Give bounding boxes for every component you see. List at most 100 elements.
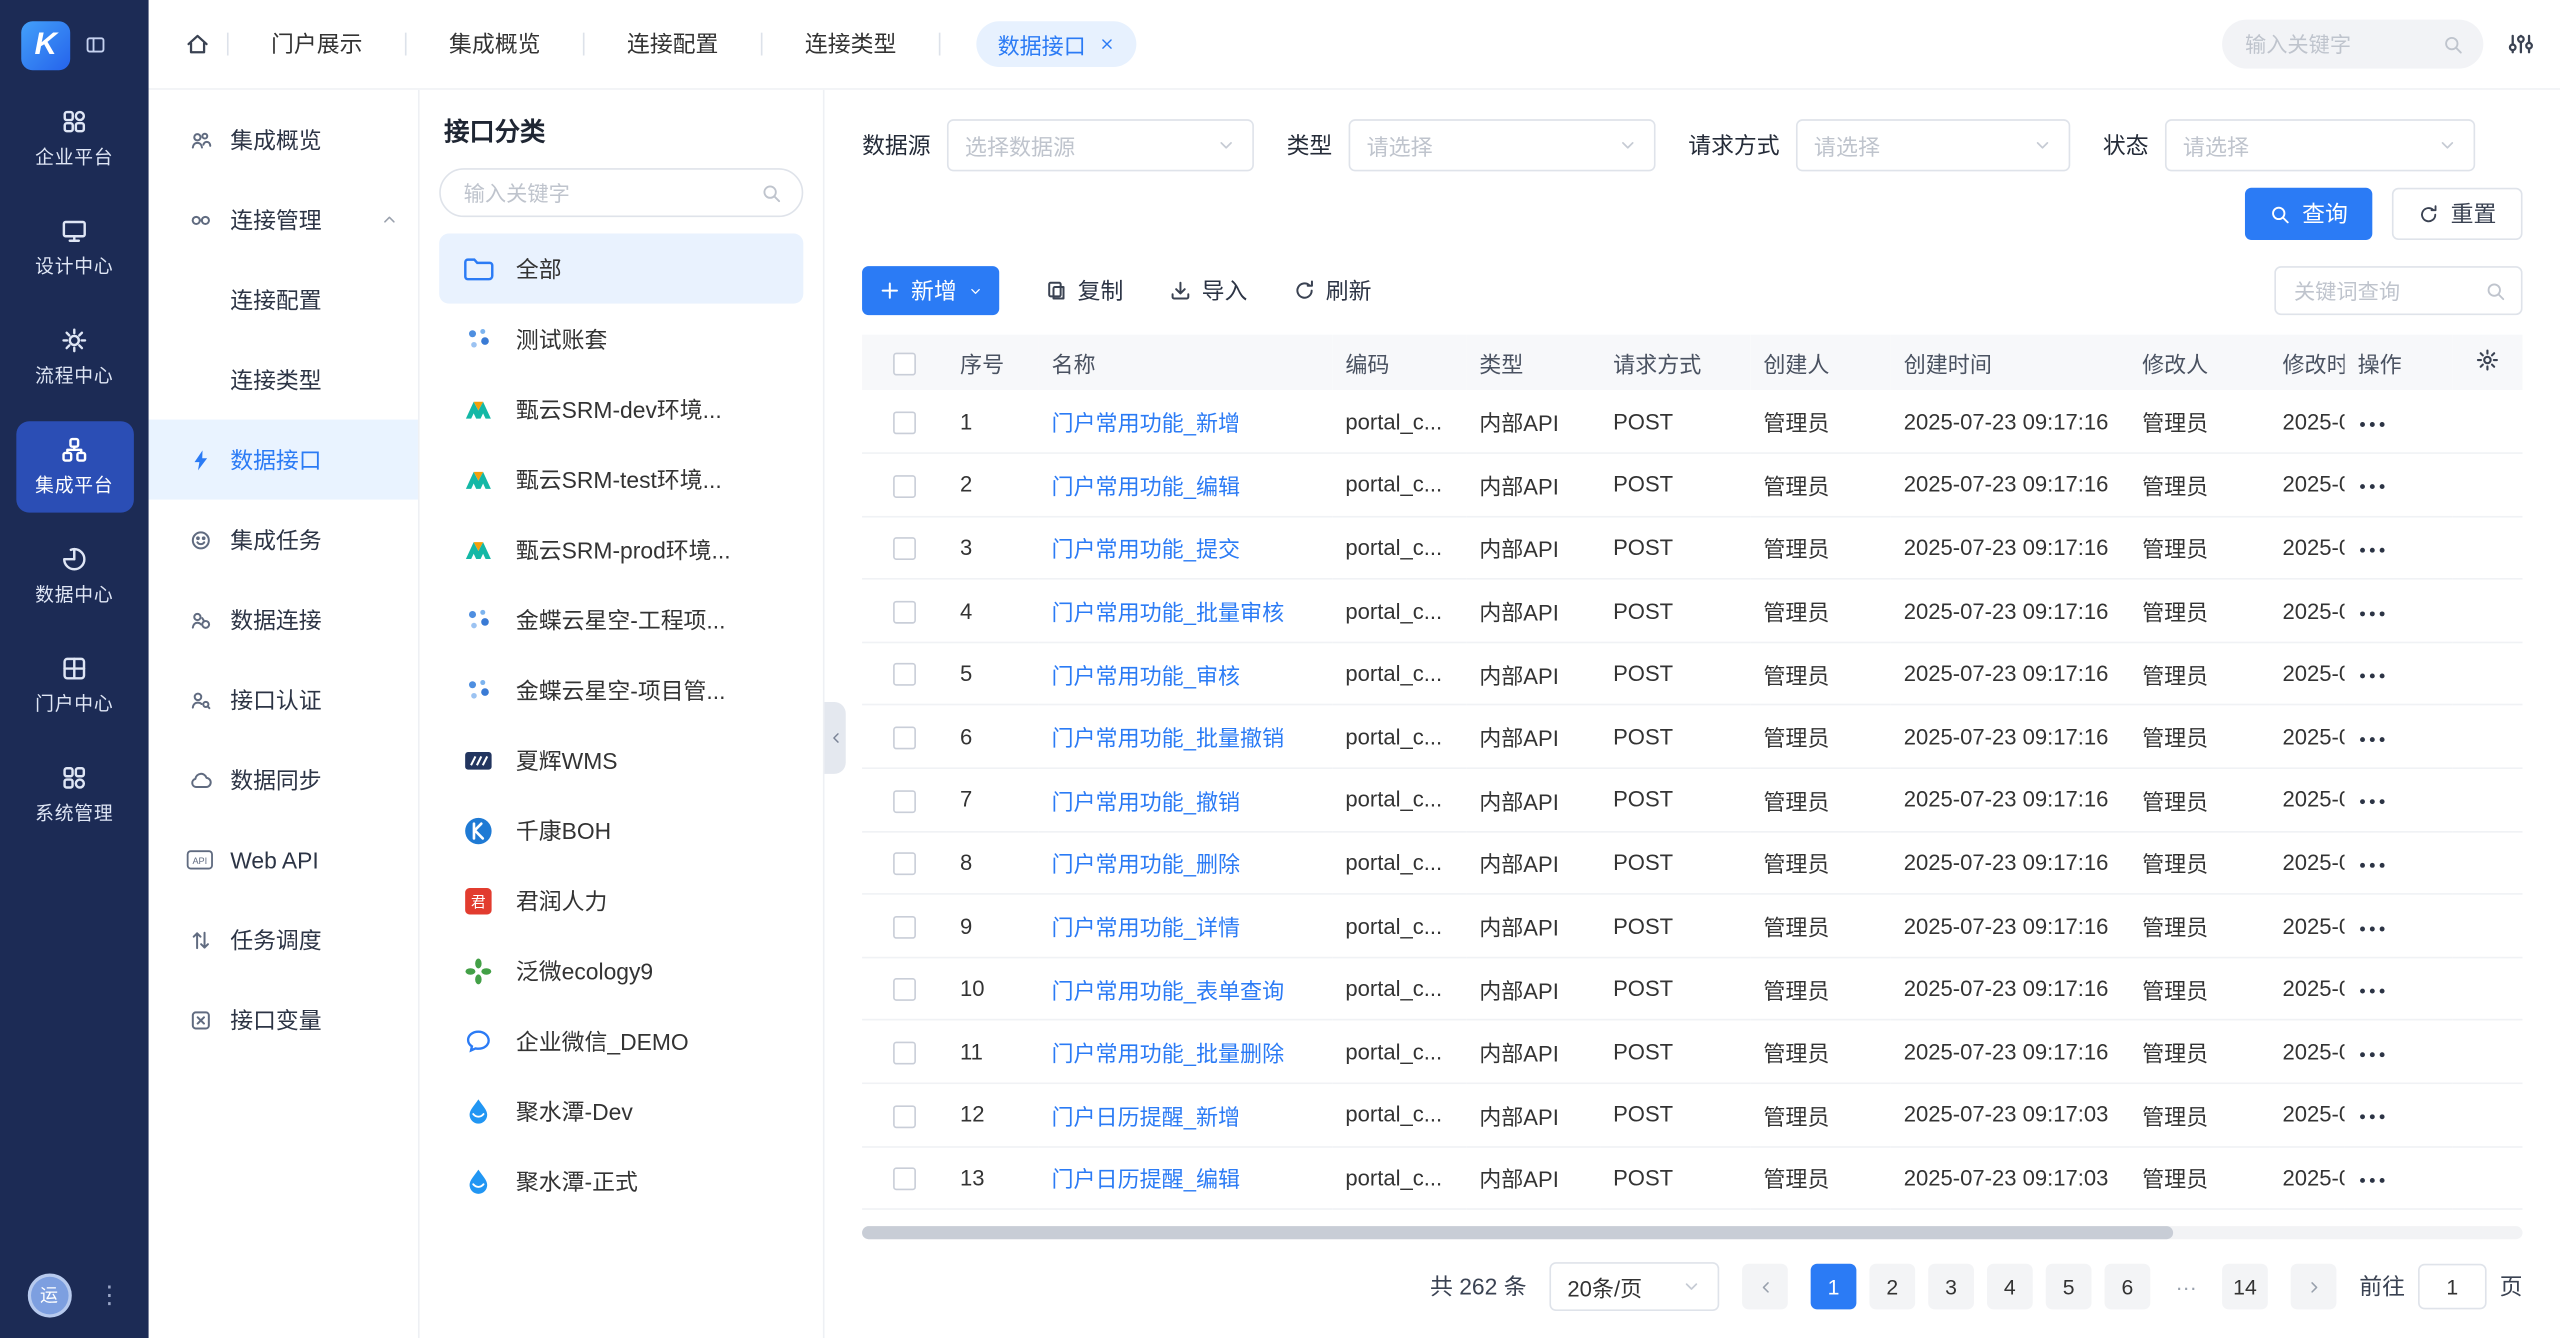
category-item[interactable]: 企业微信_DEMO <box>439 1006 803 1076</box>
category-item[interactable]: 聚水潭-Dev <box>439 1076 803 1146</box>
row-checkbox[interactable] <box>893 1168 916 1191</box>
module-menu-item[interactable]: 连接类型 <box>149 340 418 420</box>
module-menu-item[interactable]: 任务调度 <box>149 900 418 980</box>
row-checkbox[interactable] <box>893 727 916 750</box>
category-item[interactable]: 全部 <box>439 233 803 303</box>
nav-tab[interactable]: 门户展示 <box>229 28 405 61</box>
prev-page-button[interactable] <box>1742 1264 1788 1310</box>
panel-toggle-icon[interactable] <box>85 34 106 55</box>
status-select[interactable]: 请选择 <box>2165 119 2475 171</box>
module-menu-item[interactable]: API Web API <box>149 820 418 900</box>
row-name-link[interactable]: 门户常用功能_撤销 <box>1051 790 1240 814</box>
search-icon[interactable] <box>2443 33 2464 54</box>
row-checkbox[interactable] <box>893 979 916 1002</box>
more-menu-icon[interactable]: ⋮ <box>97 1280 121 1309</box>
row-checkbox[interactable] <box>893 916 916 939</box>
category-search-input[interactable] <box>460 179 747 207</box>
keyword-search-input[interactable] <box>2291 277 2475 305</box>
page-button[interactable]: 1 <box>1811 1264 1857 1310</box>
row-checkbox[interactable] <box>893 474 916 497</box>
module-menu-item[interactable]: 数据同步 <box>149 740 418 820</box>
panel-collapse-handle[interactable] <box>825 702 846 774</box>
category-item[interactable]: 金蝶云星空-工程项... <box>439 585 803 655</box>
category-item[interactable]: 甄云SRM-dev环境... <box>439 374 803 444</box>
more-actions-icon[interactable] <box>2358 671 2387 681</box>
module-menu-item[interactable]: 接口变量 <box>149 980 418 1060</box>
table-row[interactable]: 13 门户日历提醒_编辑 portal_c... 内部API POST 管理员 … <box>862 1146 2522 1209</box>
row-name-link[interactable]: 门户日历提醒_编辑 <box>1051 1168 1240 1192</box>
more-actions-icon[interactable] <box>2358 734 2387 744</box>
app-nav-item[interactable]: 流程中心 <box>16 312 134 403</box>
table-row[interactable]: 9 门户常用功能_详情 portal_c... 内部API POST 管理员 2… <box>862 894 2522 957</box>
scrollbar-thumb[interactable] <box>862 1227 2174 1240</box>
row-checkbox[interactable] <box>893 790 916 813</box>
close-icon[interactable] <box>1099 36 1115 52</box>
row-checkbox[interactable] <box>893 664 916 687</box>
page-button[interactable]: 14 <box>2222 1264 2268 1310</box>
table-row[interactable]: 1 门户常用功能_新增 portal_c... 内部API POST 管理员 2… <box>862 390 2522 453</box>
app-nav-item[interactable]: 数据中心 <box>16 531 134 622</box>
category-item[interactable]: 金蝶云星空-项目管... <box>439 655 803 725</box>
more-actions-icon[interactable] <box>2358 608 2387 618</box>
nav-tab[interactable]: 连接配置 <box>585 28 761 61</box>
row-checkbox[interactable] <box>893 601 916 624</box>
module-menu-item[interactable]: 集成概览 <box>149 100 418 180</box>
row-name-link[interactable]: 门户常用功能_批量删除 <box>1051 1042 1284 1066</box>
row-checkbox[interactable] <box>893 411 916 434</box>
select-all-checkbox[interactable] <box>893 352 916 375</box>
search-icon[interactable] <box>2485 280 2506 301</box>
type-select[interactable]: 请选择 <box>1349 119 1656 171</box>
filter-sliders-icon[interactable] <box>2508 31 2534 57</box>
table-row[interactable]: 3 门户常用功能_提交 portal_c... 内部API POST 管理员 2… <box>862 516 2522 579</box>
row-name-link[interactable]: 门户常用功能_审核 <box>1051 664 1240 688</box>
page-button[interactable]: 6 <box>2105 1264 2151 1310</box>
table-row[interactable]: 4 门户常用功能_批量审核 portal_c... 内部API POST 管理员… <box>862 579 2522 642</box>
avatar[interactable]: 运 <box>27 1273 71 1317</box>
row-name-link[interactable]: 门户常用功能_批量审核 <box>1051 601 1284 625</box>
row-name-link[interactable]: 门户常用功能_表单查询 <box>1051 979 1284 1003</box>
row-name-link[interactable]: 门户常用功能_编辑 <box>1051 475 1240 499</box>
row-checkbox[interactable] <box>893 853 916 876</box>
module-menu-item[interactable]: 数据接口 <box>149 420 418 500</box>
category-item[interactable]: 千康BOH <box>439 795 803 865</box>
more-actions-icon[interactable] <box>2358 419 2387 429</box>
page-button[interactable]: ··· <box>2163 1264 2209 1310</box>
more-actions-icon[interactable] <box>2358 860 2387 870</box>
import-button[interactable]: 导入 <box>1169 274 1247 307</box>
more-actions-icon[interactable] <box>2358 797 2387 807</box>
more-actions-icon[interactable] <box>2358 482 2387 492</box>
app-nav-item[interactable]: 企业平台 <box>16 93 134 184</box>
module-menu-item[interactable]: 接口认证 <box>149 660 418 740</box>
more-actions-icon[interactable] <box>2358 545 2387 555</box>
category-item[interactable]: 甄云SRM-test环境... <box>439 444 803 514</box>
table-row[interactable]: 5 门户常用功能_审核 portal_c... 内部API POST 管理员 2… <box>862 642 2522 705</box>
app-nav-item[interactable]: 系统管理 <box>16 749 134 840</box>
query-button[interactable]: 查询 <box>2245 188 2372 240</box>
more-actions-icon[interactable] <box>2358 923 2387 933</box>
more-actions-icon[interactable] <box>2358 1112 2387 1122</box>
category-item[interactable]: 甄云SRM-prod环境... <box>439 514 803 584</box>
method-select[interactable]: 请选择 <box>1796 119 2070 171</box>
goto-page-input[interactable] <box>2418 1264 2487 1310</box>
app-nav-item[interactable]: 门户中心 <box>16 640 134 731</box>
row-name-link[interactable]: 门户常用功能_删除 <box>1051 853 1240 877</box>
table-row[interactable]: 2 门户常用功能_编辑 portal_c... 内部API POST 管理员 2… <box>862 453 2522 516</box>
module-menu-item[interactable]: 连接管理 <box>149 180 418 260</box>
table-row[interactable]: 6 门户常用功能_批量撤销 portal_c... 内部API POST 管理员… <box>862 705 2522 768</box>
nav-tab[interactable]: 连接类型 <box>762 28 938 61</box>
page-button[interactable]: 2 <box>1869 1264 1915 1310</box>
search-icon[interactable] <box>761 182 782 203</box>
page-button[interactable]: 4 <box>1987 1264 2033 1310</box>
gear-icon[interactable] <box>2475 347 2499 371</box>
row-checkbox[interactable] <box>893 1042 916 1065</box>
nav-tab-active[interactable]: 数据接口 <box>976 21 1136 67</box>
module-menu-item[interactable]: 连接配置 <box>149 260 418 340</box>
category-item[interactable]: 夏辉WMS <box>439 725 803 795</box>
row-name-link[interactable]: 门户日历提醒_新增 <box>1051 1105 1240 1129</box>
global-search-input[interactable] <box>2242 30 2430 58</box>
table-row[interactable]: 12 门户日历提醒_新增 portal_c... 内部API POST 管理员 … <box>862 1083 2522 1146</box>
reset-button[interactable]: 重置 <box>2392 188 2523 240</box>
app-nav-item[interactable]: 集成平台 <box>16 421 134 512</box>
datasource-select[interactable]: 选择数据源 <box>947 119 1254 171</box>
row-checkbox[interactable] <box>893 537 916 560</box>
